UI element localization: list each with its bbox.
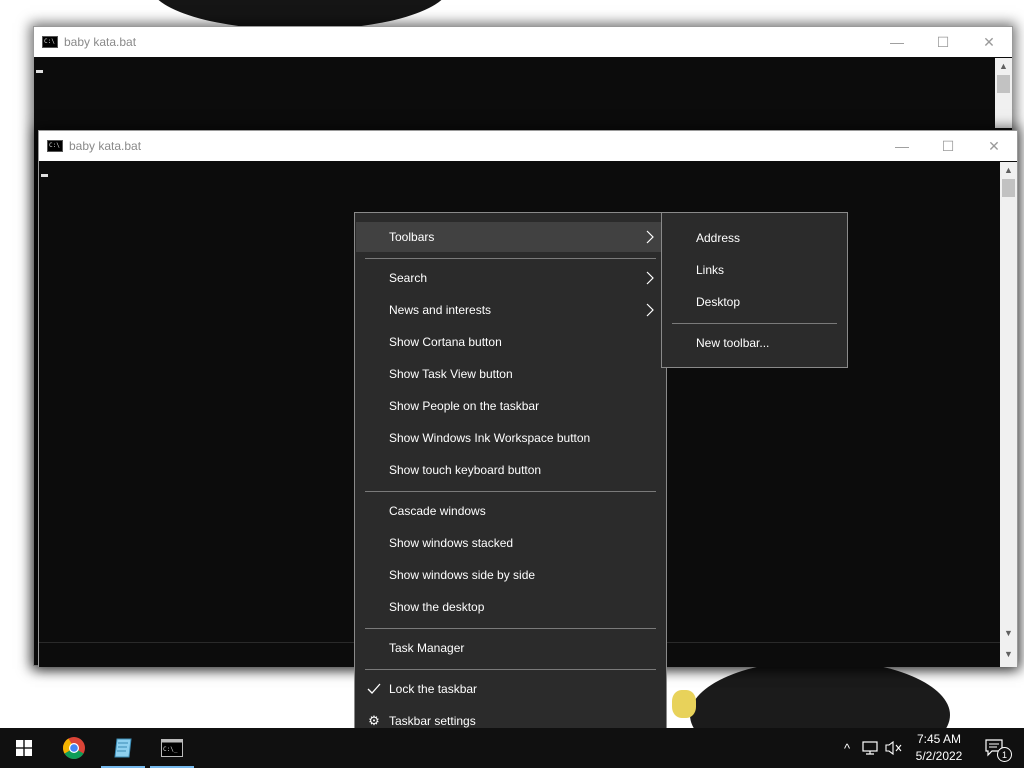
window-title: baby kata.bat [64, 35, 137, 49]
submenu-item-links[interactable]: Links [663, 255, 846, 285]
wallpaper-flower [672, 690, 696, 718]
vertical-scrollbar[interactable]: ▲ ▼ [1000, 162, 1017, 642]
menu-item-news-and-interests[interactable]: News and interests [356, 295, 665, 325]
windows-logo-icon [16, 740, 32, 756]
cmd-icon: C:\_ [161, 739, 183, 757]
minimize-button[interactable]: — [874, 27, 920, 57]
submenu-item-label: New toolbar... [696, 336, 770, 350]
cmd-icon [42, 36, 58, 48]
close-button[interactable]: ✕ [966, 27, 1012, 57]
action-center-button[interactable]: 1 [982, 736, 1012, 762]
text-cursor [36, 70, 43, 73]
menu-item-show-task-view[interactable]: Show Task View button [356, 359, 665, 389]
taskbar-app-chrome[interactable] [50, 728, 98, 768]
notepad-icon [114, 738, 132, 758]
menu-item-label: Cascade windows [389, 504, 486, 518]
menu-item-show-desktop[interactable]: Show the desktop [356, 592, 665, 622]
toolbars-submenu: Address Links Desktop New toolbar... [661, 212, 848, 368]
menu-separator [672, 323, 837, 324]
network-icon[interactable] [860, 736, 882, 760]
chevron-up-icon: ^ [843, 740, 851, 756]
gear-icon: ⚙ [368, 713, 380, 728]
menu-item-label: Show the desktop [389, 600, 485, 614]
title-bar[interactable]: baby kata.bat — ☐ ✕ [39, 131, 1017, 161]
scroll-thumb[interactable] [997, 75, 1010, 93]
close-button[interactable]: ✕ [971, 131, 1017, 161]
lower-scrollbar[interactable]: ▼ [1000, 642, 1017, 667]
menu-item-label: Taskbar settings [389, 714, 476, 728]
submenu-item-label: Links [696, 263, 725, 277]
scroll-up-arrow-icon[interactable]: ▲ [1000, 162, 1017, 179]
menu-separator [365, 491, 656, 492]
menu-separator [365, 628, 656, 629]
chrome-icon [63, 737, 85, 759]
chevron-right-icon [646, 271, 654, 285]
menu-item-label: Show windows side by side [389, 568, 536, 582]
chevron-right-icon [646, 303, 654, 317]
cmd-icon [47, 140, 63, 152]
taskbar-app-notepad[interactable] [99, 728, 147, 768]
scroll-thumb[interactable] [1002, 179, 1015, 197]
start-button[interactable] [0, 728, 48, 768]
menu-item-search[interactable]: Search [356, 263, 665, 293]
chevron-right-icon [646, 230, 654, 244]
speaker-muted-icon [885, 740, 902, 756]
scroll-down-arrow-icon[interactable]: ▼ [1000, 646, 1017, 663]
text-cursor [41, 174, 48, 177]
maximize-button[interactable]: ☐ [925, 131, 971, 161]
submenu-item-new-toolbar[interactable]: New toolbar... [663, 328, 846, 358]
svg-text:C:\_: C:\_ [163, 746, 178, 753]
title-bar[interactable]: baby kata.bat — ☐ ✕ [34, 27, 1012, 57]
menu-item-label: Toolbars [389, 230, 435, 244]
scroll-up-arrow-icon[interactable]: ▲ [995, 58, 1012, 75]
clock-date: 5/2/2022 [915, 749, 963, 763]
menu-item-label: Show People on the taskbar [389, 399, 540, 413]
minimize-button[interactable]: — [879, 131, 925, 161]
submenu-item-label: Desktop [696, 295, 741, 309]
menu-item-show-people[interactable]: Show People on the taskbar [356, 391, 665, 421]
maximize-button[interactable]: ☐ [920, 27, 966, 57]
submenu-item-desktop[interactable]: Desktop [663, 287, 846, 317]
menu-item-show-touch-keyboard[interactable]: Show touch keyboard button [356, 455, 665, 485]
menu-item-label: Show touch keyboard button [389, 463, 542, 477]
menu-item-lock-taskbar[interactable]: Lock the taskbar [356, 674, 665, 704]
menu-item-cascade-windows[interactable]: Cascade windows [356, 496, 665, 526]
menu-item-label: Search [389, 271, 428, 285]
menu-item-label: Show windows stacked [389, 536, 514, 550]
submenu-item-address[interactable]: Address [663, 223, 846, 253]
menu-separator [365, 258, 656, 259]
submenu-item-label: Address [696, 231, 741, 245]
checkmark-icon [367, 683, 381, 694]
menu-item-label: Show Cortana button [389, 335, 502, 349]
menu-item-task-manager[interactable]: Task Manager [356, 633, 665, 663]
taskbar-context-menu: Toolbars Search News and interests Show … [354, 212, 667, 747]
vertical-scrollbar[interactable]: ▲ [995, 58, 1012, 128]
menu-item-label: Task Manager [389, 641, 465, 655]
menu-item-show-windows-side-by-side[interactable]: Show windows side by side [356, 560, 665, 590]
window-title: baby kata.bat [69, 139, 142, 153]
menu-item-label: News and interests [389, 303, 492, 317]
menu-item-label: Show Task View button [389, 367, 513, 381]
menu-item-label: Lock the taskbar [389, 682, 478, 696]
menu-item-show-cortana[interactable]: Show Cortana button [356, 327, 665, 357]
menu-item-label: Show Windows Ink Workspace button [389, 431, 591, 445]
system-clock[interactable]: 7:45 AM 5/2/2022 [910, 731, 968, 765]
taskbar[interactable]: C:\_ ^ 7:45 AM 5/2/2022 1 [0, 728, 1024, 768]
scroll-down-arrow-icon[interactable]: ▼ [1000, 625, 1017, 642]
clock-time: 7:45 AM [916, 732, 962, 746]
taskbar-app-command-prompt[interactable]: C:\_ [148, 728, 196, 768]
show-hidden-icons-icon[interactable]: ^ [836, 736, 858, 760]
network-icon [862, 741, 878, 755]
menu-item-show-windows-stacked[interactable]: Show windows stacked [356, 528, 665, 558]
menu-item-toolbars[interactable]: Toolbars [356, 222, 665, 252]
volume-muted-icon[interactable] [883, 736, 905, 760]
menu-item-show-windows-ink[interactable]: Show Windows Ink Workspace button [356, 423, 665, 453]
menu-separator [365, 669, 656, 670]
notification-count-badge: 1 [997, 747, 1012, 762]
